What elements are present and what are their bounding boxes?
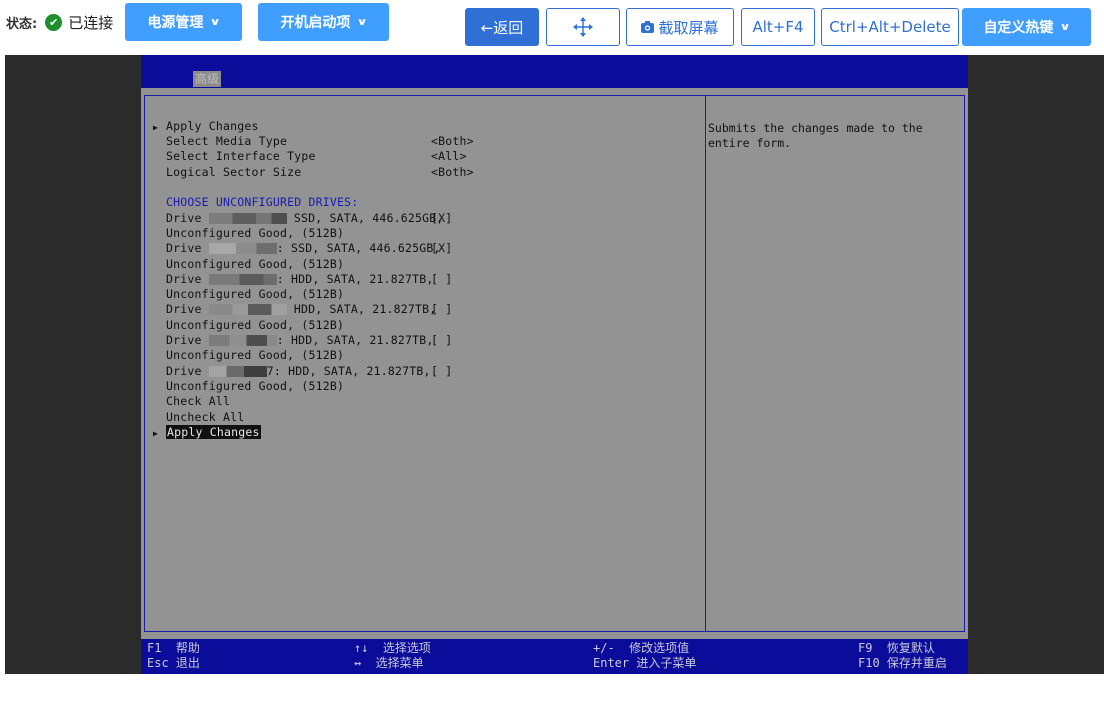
footer-change-value: +/- 修改选项值: [593, 641, 690, 655]
status-label: 状态:: [6, 16, 38, 32]
back-button[interactable]: ←返回: [465, 8, 539, 46]
remote-console[interactable]: 高级 ▶ Apply Changes Select Media Type <Bo…: [5, 55, 1104, 674]
move-button[interactable]: [546, 8, 620, 46]
bios-title-bar: 高级: [141, 55, 968, 88]
submenu-arrow-icon: ▶: [153, 429, 158, 438]
submenu-arrow-icon: ▶: [153, 123, 158, 132]
drive-info: SSD, SATA, 446.625GB,: [286, 211, 444, 225]
chevron-down-icon: ∨: [1059, 21, 1072, 33]
boot-options-button[interactable]: 开机启动项 ∨: [258, 3, 389, 41]
bios-item-interface-type-value[interactable]: <All>: [431, 149, 467, 164]
drive-info: : SSD, SATA, 446.625GB,: [276, 241, 441, 255]
status-value: 已连接: [68, 13, 114, 32]
footer-f1-help: F1 帮助: [147, 641, 200, 655]
drive-prefix: Drive: [166, 272, 209, 286]
drive-status: Unconfigured Good, (512B): [166, 318, 345, 332]
drive-prefix: Drive: [166, 302, 209, 316]
boot-options-label: 开机启动项: [280, 15, 351, 31]
chevron-down-icon: ∨: [356, 16, 369, 28]
drive-prefix: Drive: [166, 241, 209, 255]
drive-row[interactable]: Drive 7: HDD, SATA, 21.827TB,: [166, 364, 431, 379]
screenshot-label: 截取屏幕: [658, 18, 719, 37]
drive-status: Unconfigured Good, (512B): [166, 226, 345, 240]
drive-status: Unconfigured Good, (512B): [166, 287, 345, 301]
redacted-drive-id: [208, 366, 267, 377]
drive-checkbox[interactable]: [ ]: [431, 302, 452, 317]
bios-item-media-type-label: Select Media Type: [166, 134, 288, 148]
drive-row[interactable]: Drive : SSD, SATA, 446.625GB,: [166, 241, 441, 256]
ctrl-alt-delete-button[interactable]: Ctrl+Alt+Delete: [821, 8, 959, 46]
footer-esc-exit: Esc 退出: [147, 656, 200, 670]
drive-status: Unconfigured Good, (512B): [166, 257, 345, 271]
bios-item-sector-size-value[interactable]: <Both>: [431, 165, 474, 180]
drive-info: HDD, SATA, 21.827TB,: [286, 302, 437, 316]
bios-item-uncheck-all[interactable]: Uncheck All: [166, 410, 244, 425]
back-label: ←返回: [480, 18, 524, 37]
drive-info: : HDD, SATA, 21.827TB,: [276, 333, 434, 347]
drive-prefix: Drive: [166, 333, 209, 347]
custom-hotkey-button[interactable]: 自定义热键 ∨: [962, 8, 1091, 46]
drive-info: 7: HDD, SATA, 21.827TB,: [266, 364, 431, 378]
drive-info: : HDD, SATA, 21.827TB,: [276, 272, 434, 286]
footer-restore-defaults: F9 恢复默认: [858, 641, 935, 655]
redacted-drive-id: [208, 213, 287, 224]
check-circle-icon: ✔: [45, 13, 63, 31]
redacted-drive-id: [208, 335, 277, 346]
bios-footer: F1 帮助 Esc 退出 ↑↓ 选择选项 ↔ 选择菜单 +/- 修改选项值 En…: [141, 639, 968, 674]
ctrl-alt-delete-label: Ctrl+Alt+Delete: [829, 18, 951, 36]
bios-item-interface-type-label: Select Interface Type: [166, 149, 316, 163]
power-management-button[interactable]: 电源管理 ∨: [125, 3, 242, 41]
connection-status: 状态: ✔ 已连接: [6, 11, 113, 33]
move-arrows-icon: [573, 17, 593, 37]
drive-status: Unconfigured Good, (512B): [166, 379, 345, 393]
drive-prefix: Drive: [166, 364, 209, 378]
drive-checkbox[interactable]: [X]: [431, 211, 452, 226]
alt-f4-button[interactable]: Alt+F4: [741, 8, 815, 46]
power-management-label: 电源管理: [147, 15, 204, 31]
bios-item-apply-changes-selected[interactable]: Apply Changes: [166, 425, 261, 440]
drive-row[interactable]: Drive : HDD, SATA, 21.827TB,: [166, 272, 433, 287]
alt-f4-label: Alt+F4: [752, 18, 804, 36]
footer-select-item: ↑↓ 选择选项: [354, 641, 431, 655]
drive-checkbox[interactable]: [X]: [431, 241, 452, 256]
bios-screen[interactable]: 高级 ▶ Apply Changes Select Media Type <Bo…: [141, 55, 968, 674]
redacted-drive-id: [208, 304, 287, 315]
redacted-drive-id: [208, 243, 277, 254]
bios-help-text: Submits the changes made to the entire f…: [708, 121, 923, 150]
footer-save-reboot: F10 保存并重启: [858, 656, 947, 670]
bios-item-apply-changes[interactable]: Apply Changes: [166, 119, 259, 134]
screenshot-button[interactable]: 截取屏幕: [626, 8, 734, 46]
bios-section-header: CHOOSE UNCONFIGURED DRIVES:: [166, 195, 359, 209]
selected-item-label: Apply Changes: [166, 425, 261, 439]
drive-checkbox[interactable]: [ ]: [431, 364, 452, 379]
camera-icon: [641, 21, 655, 33]
footer-enter-submenu: Enter 进入子菜单: [593, 656, 697, 670]
drive-status: Unconfigured Good, (512B): [166, 348, 345, 362]
drive-prefix: Drive: [166, 211, 209, 225]
drive-row[interactable]: Drive HDD, SATA, 21.827TB,: [166, 302, 436, 317]
drive-checkbox[interactable]: [ ]: [431, 272, 452, 287]
custom-hotkey-label: 自定义热键: [983, 20, 1054, 36]
footer-select-menu: ↔ 选择菜单: [354, 656, 424, 670]
bios-tab-advanced[interactable]: 高级: [193, 71, 222, 87]
bios-item-sector-size-label: Logical Sector Size: [166, 165, 302, 179]
bios-help-divider: [705, 95, 706, 632]
bios-item-check-all[interactable]: Check All: [166, 394, 230, 409]
chevron-down-icon: ∨: [209, 16, 222, 28]
drive-row[interactable]: Drive SSD, SATA, 446.625GB,: [166, 211, 443, 226]
redacted-drive-id: [208, 274, 277, 285]
toolbar: 状态: ✔ 已连接 电源管理 ∨ 开机启动项 ∨ ←返回 截取屏幕 Alt+F4…: [0, 0, 1104, 52]
bios-item-media-type-value[interactable]: <Both>: [431, 134, 474, 149]
drive-checkbox[interactable]: [ ]: [431, 333, 452, 348]
drive-row[interactable]: Drive : HDD, SATA, 21.827TB,: [166, 333, 433, 348]
